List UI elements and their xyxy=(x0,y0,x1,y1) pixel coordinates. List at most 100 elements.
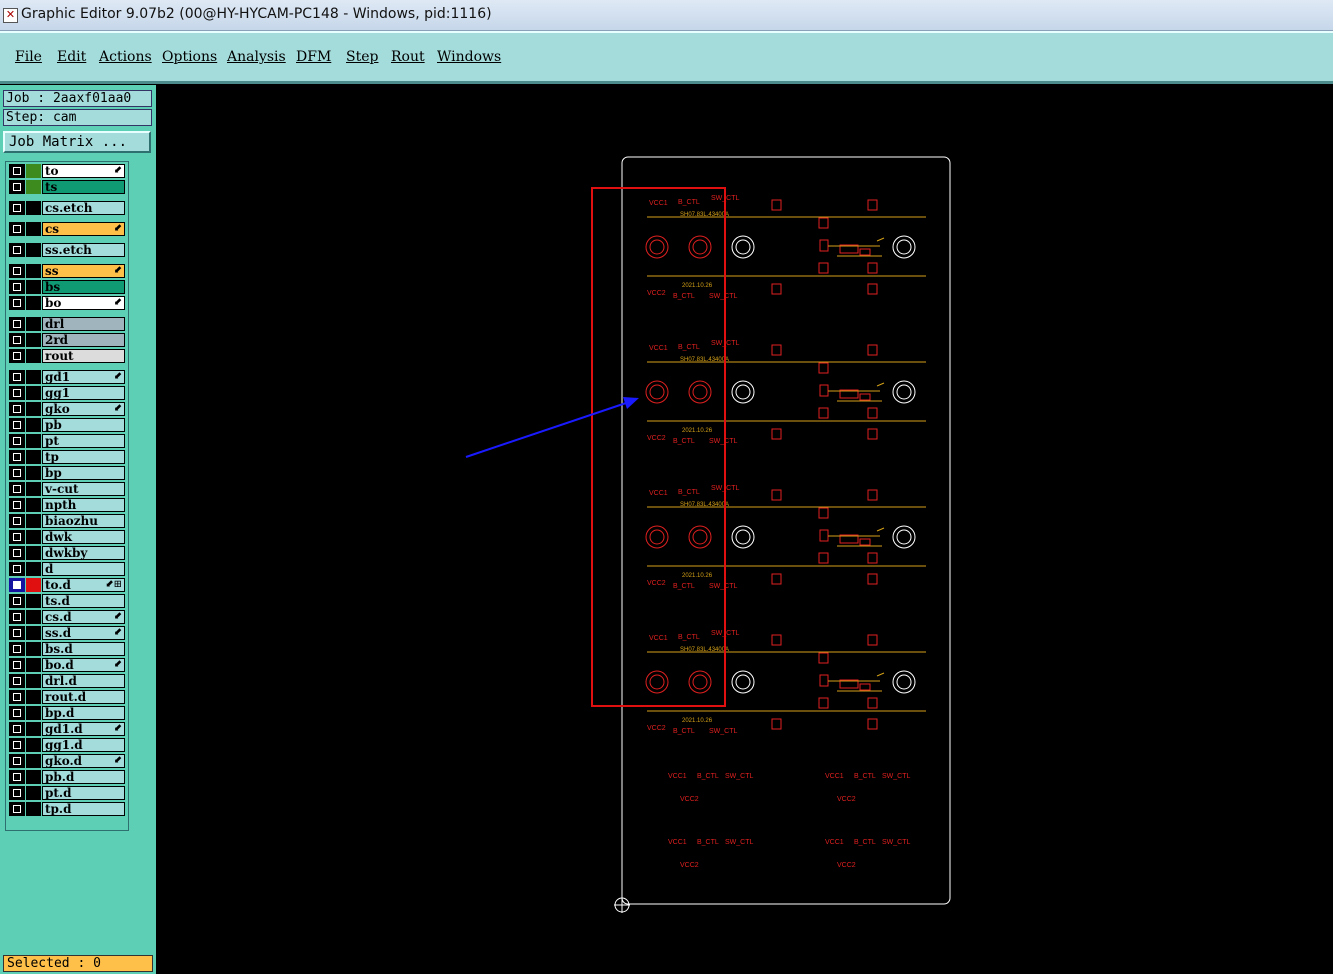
layer-checkbox[interactable] xyxy=(9,530,25,544)
layer-checkbox[interactable] xyxy=(9,180,25,194)
layer-name[interactable]: ss.d ⬋ xyxy=(42,626,125,640)
layer-row[interactable]: pb.d xyxy=(9,770,127,784)
layer-color-swatch[interactable] xyxy=(26,402,41,416)
layer-checkbox[interactable] xyxy=(9,706,25,720)
menu-options[interactable]: Options xyxy=(162,49,217,65)
layer-checkbox[interactable] xyxy=(9,349,25,363)
layer-row[interactable]: dwk xyxy=(9,530,127,544)
layer-color-swatch[interactable] xyxy=(26,754,41,768)
layer-name[interactable]: to ⬋ xyxy=(42,164,125,178)
layer-checkbox[interactable] xyxy=(9,594,25,608)
layer-checkbox[interactable] xyxy=(9,658,25,672)
layer-row[interactable]: dwkby xyxy=(9,546,127,560)
layer-row[interactable]: npth xyxy=(9,498,127,512)
layer-row[interactable]: rout.d xyxy=(9,690,127,704)
layer-color-swatch[interactable] xyxy=(26,296,41,310)
layer-name[interactable]: cs.etch xyxy=(42,201,125,215)
layer-color-swatch[interactable] xyxy=(26,786,41,800)
layer-color-swatch[interactable] xyxy=(26,333,41,347)
layer-name[interactable]: gko.d ⬋ xyxy=(42,754,125,768)
layer-checkbox[interactable] xyxy=(9,333,25,347)
layer-checkbox[interactable] xyxy=(9,164,25,178)
layer-row[interactable]: cs.etch xyxy=(9,201,127,215)
layer-row[interactable]: cs.d ⬋ xyxy=(9,610,127,624)
layer-name[interactable]: bs xyxy=(42,280,125,294)
layer-row[interactable]: drl.d xyxy=(9,674,127,688)
layer-name[interactable]: bp.d xyxy=(42,706,125,720)
layer-color-swatch[interactable] xyxy=(26,706,41,720)
layer-color-swatch[interactable] xyxy=(26,222,41,236)
layer-checkbox[interactable] xyxy=(9,770,25,784)
layer-name[interactable]: ss.etch xyxy=(42,243,125,257)
layer-checkbox[interactable] xyxy=(9,386,25,400)
layer-checkbox[interactable] xyxy=(9,562,25,576)
layer-checkbox[interactable] xyxy=(9,317,25,331)
layer-row[interactable]: tp.d xyxy=(9,802,127,816)
layer-name[interactable]: rout xyxy=(42,349,125,363)
menu-analysis[interactable]: Analysis xyxy=(227,49,286,65)
layer-name[interactable]: 2rd xyxy=(42,333,125,347)
layer-color-swatch[interactable] xyxy=(26,434,41,448)
layer-name[interactable]: ss ⬋ xyxy=(42,264,125,278)
layer-color-swatch[interactable] xyxy=(26,386,41,400)
layer-name[interactable]: npth xyxy=(42,498,125,512)
layer-row[interactable]: pb xyxy=(9,418,127,432)
layer-checkbox[interactable] xyxy=(9,280,25,294)
layer-color-swatch[interactable] xyxy=(26,482,41,496)
layer-color-swatch[interactable] xyxy=(26,466,41,480)
layer-name[interactable]: bo.d ⬋ xyxy=(42,658,125,672)
layer-checkbox[interactable] xyxy=(9,370,25,384)
layer-row[interactable]: gd1.d ⬋ xyxy=(9,722,127,736)
layer-checkbox[interactable] xyxy=(9,626,25,640)
layer-row[interactable]: bo.d ⬋ xyxy=(9,658,127,672)
layer-name[interactable]: gd1.d ⬋ xyxy=(42,722,125,736)
layer-row[interactable]: drl xyxy=(9,317,127,331)
layer-row[interactable]: gd1 ⬋ xyxy=(9,370,127,384)
layer-name[interactable]: pb.d xyxy=(42,770,125,784)
layer-checkbox[interactable] xyxy=(9,546,25,560)
graphic-canvas[interactable]: VCC1 B_CTL SW_CTL SH07.83L.43400A 2021.10.26… xyxy=(157,86,1333,974)
layer-color-swatch[interactable] xyxy=(26,658,41,672)
layer-checkbox[interactable] xyxy=(9,482,25,496)
layer-name[interactable]: bo ⬋ xyxy=(42,296,125,310)
layer-checkbox[interactable] xyxy=(9,722,25,736)
layer-row[interactable]: gg1.d xyxy=(9,738,127,752)
layer-name[interactable]: drl.d xyxy=(42,674,125,688)
layer-row[interactable]: tp xyxy=(9,450,127,464)
layer-row[interactable]: pt xyxy=(9,434,127,448)
layer-checkbox[interactable] xyxy=(9,738,25,752)
layer-name[interactable]: cs.d ⬋ xyxy=(42,610,125,624)
layer-row[interactable]: ss ⬋ xyxy=(9,264,127,278)
layer-color-swatch[interactable] xyxy=(26,642,41,656)
layer-name[interactable]: tp.d xyxy=(42,802,125,816)
layer-name[interactable]: gko ⬋ xyxy=(42,402,125,416)
layer-color-swatch[interactable] xyxy=(26,280,41,294)
layer-checkbox[interactable] xyxy=(9,690,25,704)
layer-checkbox[interactable] xyxy=(9,418,25,432)
layer-name[interactable]: to.d ⬋⊞ xyxy=(42,578,125,592)
layer-row[interactable]: bs.d xyxy=(9,642,127,656)
layer-name[interactable]: gd1 ⬋ xyxy=(42,370,125,384)
layer-row[interactable]: v-cut xyxy=(9,482,127,496)
layer-color-swatch[interactable] xyxy=(26,546,41,560)
layer-color-swatch[interactable] xyxy=(26,722,41,736)
layer-name[interactable]: pb xyxy=(42,418,125,432)
layer-checkbox[interactable] xyxy=(9,642,25,656)
menu-edit[interactable]: Edit xyxy=(57,49,86,65)
layer-color-swatch[interactable] xyxy=(26,770,41,784)
layer-checkbox[interactable] xyxy=(9,264,25,278)
layer-name[interactable]: gg1.d xyxy=(42,738,125,752)
layer-name[interactable]: ts xyxy=(42,180,125,194)
layer-checkbox[interactable] xyxy=(9,434,25,448)
layer-color-swatch[interactable] xyxy=(26,610,41,624)
layer-color-swatch[interactable] xyxy=(26,626,41,640)
layer-color-swatch[interactable] xyxy=(26,349,41,363)
layer-color-swatch[interactable] xyxy=(26,450,41,464)
menu-rout[interactable]: Rout xyxy=(391,49,425,65)
menu-step[interactable]: Step xyxy=(346,49,378,65)
layer-row[interactable]: ss.d ⬋ xyxy=(9,626,127,640)
layer-color-swatch[interactable] xyxy=(26,594,41,608)
layer-name[interactable]: tp xyxy=(42,450,125,464)
layer-checkbox[interactable] xyxy=(9,610,25,624)
layer-name[interactable]: pt xyxy=(42,434,125,448)
